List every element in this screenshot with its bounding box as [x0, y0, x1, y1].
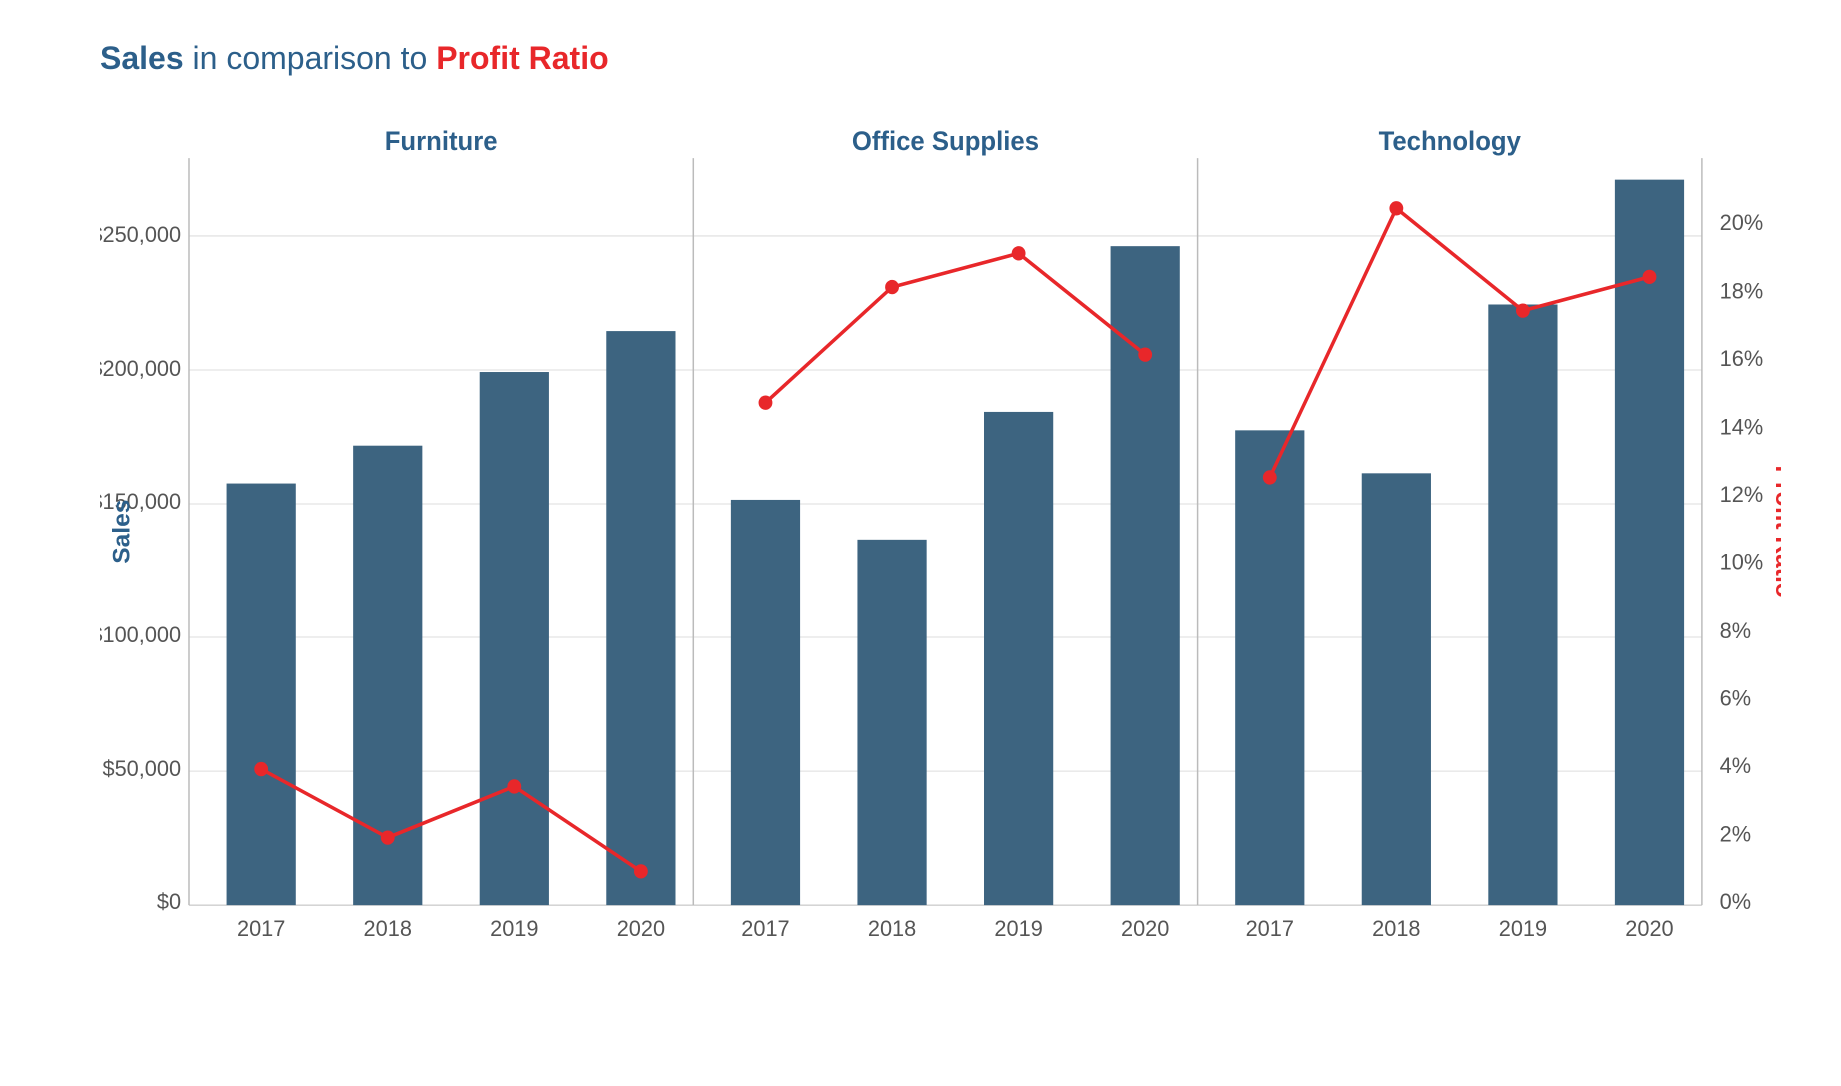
title-sales: Sales	[100, 40, 184, 76]
svg-text:$50,000: $50,000	[102, 756, 181, 781]
svg-text:8%: 8%	[1720, 618, 1751, 643]
svg-text:4%: 4%	[1720, 753, 1751, 778]
svg-text:2%: 2%	[1720, 821, 1751, 846]
svg-text:2020: 2020	[1121, 915, 1169, 940]
svg-text:2020: 2020	[1625, 915, 1673, 940]
bar-officesupplies-2017	[731, 500, 800, 905]
svg-text:2017: 2017	[237, 915, 285, 940]
svg-text:14%: 14%	[1720, 414, 1764, 439]
profit-dot-furniture-2020	[634, 864, 648, 878]
svg-text:16%: 16%	[1720, 346, 1764, 371]
chart-container: Sales in comparison to Profit Ratio .axi…	[0, 0, 1841, 1086]
bar-technology-2018	[1362, 473, 1431, 905]
svg-text:20%: 20%	[1720, 209, 1764, 234]
svg-text:10%: 10%	[1720, 549, 1764, 574]
chart-area: .axis-text { font-family: Arial, sans-se…	[100, 107, 1781, 987]
profit-line-technology	[1270, 208, 1650, 477]
svg-text:$0: $0	[157, 889, 181, 914]
svg-text:2017: 2017	[741, 915, 789, 940]
bar-technology-2017	[1235, 430, 1304, 905]
title-middle: in comparison to	[193, 40, 437, 76]
chart-title: Sales in comparison to Profit Ratio	[100, 40, 1781, 77]
svg-text:2020: 2020	[617, 915, 665, 940]
bar-officesupplies-2020	[1111, 246, 1180, 905]
bar-officesupplies-2019	[984, 412, 1053, 905]
svg-text:2018: 2018	[868, 915, 916, 940]
svg-text:6%: 6%	[1720, 685, 1751, 710]
profit-dot-furniture-2018	[381, 830, 395, 844]
svg-text:0%: 0%	[1720, 889, 1751, 914]
bar-furniture-2019	[480, 372, 549, 905]
svg-text:Profit Ratio: Profit Ratio	[1770, 466, 1781, 598]
profit-dot-furniture-2017	[254, 762, 268, 776]
profit-dot-tech-2020	[1643, 270, 1657, 284]
profit-dot-os-2017	[759, 396, 773, 410]
svg-text:Technology: Technology	[1379, 126, 1522, 157]
profit-dot-os-2020	[1138, 347, 1152, 361]
profit-dot-furniture-2019	[507, 779, 521, 793]
title-profit: Profit Ratio	[436, 40, 608, 76]
svg-text:$250,000: $250,000	[100, 222, 181, 247]
bar-technology-2020	[1615, 180, 1684, 905]
svg-text:Sales: Sales	[109, 500, 136, 564]
svg-text:2019: 2019	[1499, 915, 1547, 940]
svg-text:2017: 2017	[1246, 915, 1294, 940]
bar-furniture-2020	[606, 331, 675, 905]
svg-text:Furniture: Furniture	[385, 126, 498, 157]
profit-line-officesupplies	[765, 253, 1145, 402]
profit-dot-os-2019	[1012, 246, 1026, 260]
bar-furniture-2017	[227, 484, 296, 906]
profit-dot-tech-2017	[1263, 470, 1277, 484]
profit-dot-tech-2018	[1389, 201, 1403, 215]
svg-text:Office Supplies: Office Supplies	[852, 126, 1039, 157]
bar-technology-2019	[1488, 304, 1557, 905]
svg-text:2018: 2018	[364, 915, 412, 940]
svg-text:18%: 18%	[1720, 278, 1764, 303]
bar-officesupplies-2018	[857, 540, 926, 905]
main-chart-svg: .axis-text { font-family: Arial, sans-se…	[100, 107, 1781, 987]
profit-dot-tech-2019	[1516, 303, 1530, 317]
svg-text:$200,000: $200,000	[100, 356, 181, 381]
svg-text:$100,000: $100,000	[100, 622, 181, 647]
svg-text:2019: 2019	[490, 915, 538, 940]
profit-dot-os-2018	[885, 280, 899, 294]
svg-text:12%: 12%	[1720, 482, 1764, 507]
svg-text:2019: 2019	[994, 915, 1042, 940]
profit-line-furniture	[261, 769, 641, 871]
svg-text:2018: 2018	[1372, 915, 1420, 940]
